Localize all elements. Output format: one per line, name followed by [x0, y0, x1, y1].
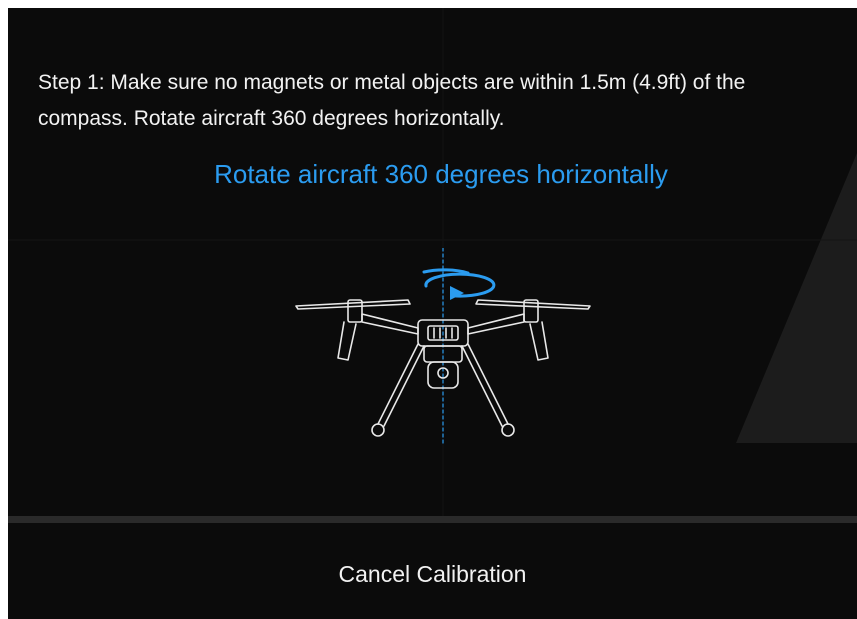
button-divider — [8, 516, 857, 523]
cancel-calibration-button[interactable]: Cancel Calibration — [8, 523, 857, 619]
calibration-instruction: Step 1: Make sure no magnets or metal ob… — [38, 71, 746, 130]
drone-rotate-horizontal-icon — [295, 248, 591, 444]
calibration-dialog: Step 1: Make sure no magnets or metal ob… — [8, 8, 857, 619]
rotation-prompt: Rotate aircraft 360 degrees horizontally — [214, 159, 668, 189]
